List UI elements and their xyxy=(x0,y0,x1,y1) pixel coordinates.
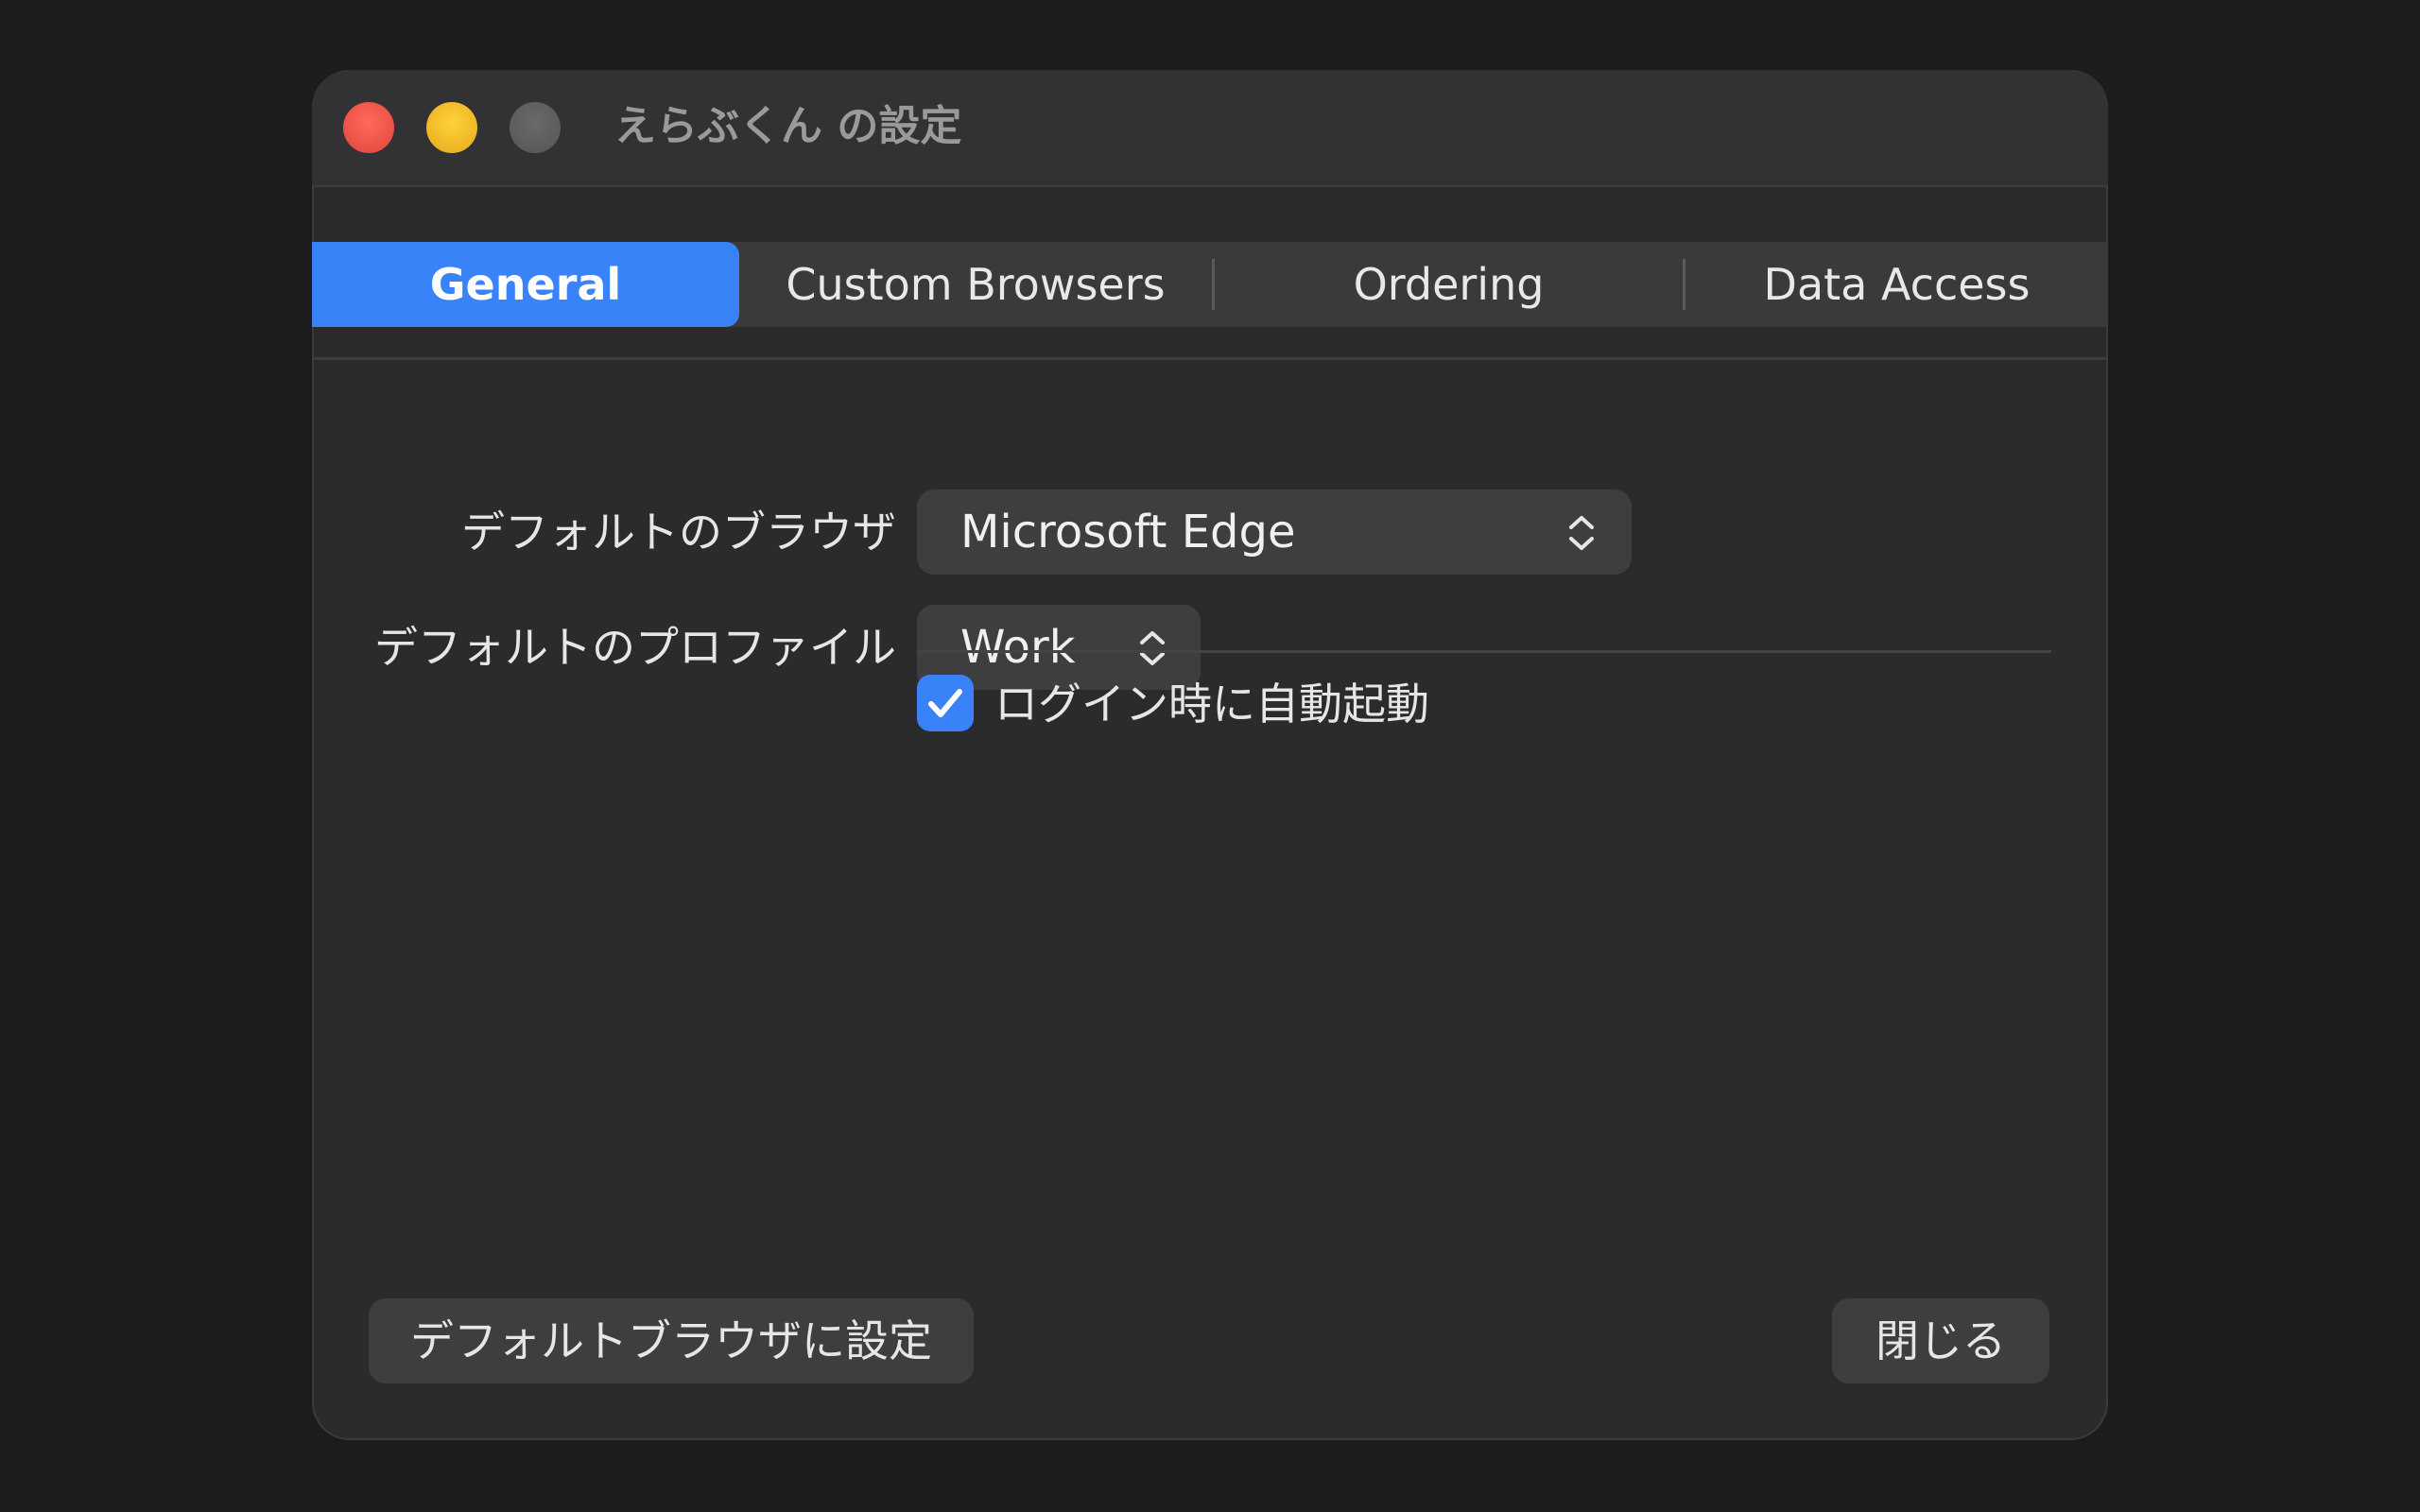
default-browser-popup[interactable]: Microsoft Edge xyxy=(917,490,1632,575)
default-browser-value: Microsoft Edge xyxy=(960,506,1296,558)
window-title: えらぶくん の設定 xyxy=(614,102,962,150)
settings-separator xyxy=(917,650,2051,653)
default-profile-label: デフォルトのプロファイル xyxy=(374,622,896,673)
close-button[interactable]: 閉じる xyxy=(1832,1298,2049,1383)
tab-custom-browsers[interactable]: Custom Browsers xyxy=(739,242,1212,327)
tab-data-access[interactable]: Data Access xyxy=(1685,242,2108,327)
minimize-window-button[interactable] xyxy=(426,102,477,153)
close-window-button[interactable] xyxy=(343,102,394,153)
zoom-window-button xyxy=(510,102,561,153)
chevron-up-down-icon xyxy=(1140,631,1165,665)
tab-general[interactable]: General xyxy=(312,242,739,327)
set-default-browser-button[interactable]: デフォルトブラウザに設定 xyxy=(369,1298,974,1383)
tab-divider xyxy=(312,357,2108,360)
launch-at-login-label[interactable]: ログイン時に自動起動 xyxy=(994,671,1429,737)
tab-bar: General Custom Browsers Ordering Data Ac… xyxy=(312,242,2108,327)
default-browser-label: デフォルトのブラウザ xyxy=(461,507,896,558)
checkmark-icon xyxy=(928,689,962,717)
chevron-up-down-icon xyxy=(1569,516,1594,550)
tab-ordering[interactable]: Ordering xyxy=(1215,242,1683,327)
title-bar[interactable]: えらぶくん の設定 xyxy=(312,70,2108,187)
launch-at-login-checkbox[interactable] xyxy=(917,675,974,731)
settings-window: えらぶくん の設定 General Custom Browsers Orderi… xyxy=(312,70,2108,1440)
